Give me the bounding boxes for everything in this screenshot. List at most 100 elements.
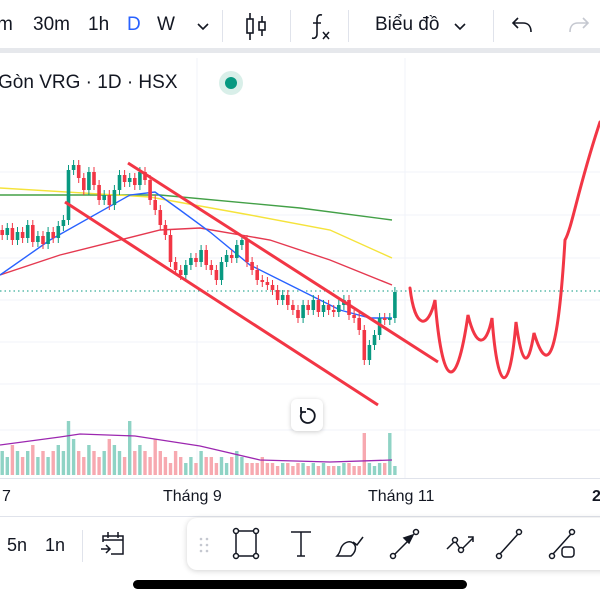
volume-bar [143,451,147,475]
candle [316,300,321,312]
candlestick-icon[interactable] [244,12,270,42]
divider [222,10,223,42]
candle [280,295,285,300]
line-shape-icon[interactable] [548,528,576,560]
volume-bar [275,466,280,475]
volume-bar [82,457,86,475]
volume-bar [179,457,183,475]
candle [189,258,193,265]
time-axis-label: Tháng 11 [368,488,435,505]
candle [20,232,25,238]
volume-bar [316,466,321,475]
range-1n[interactable]: 1n [45,535,65,556]
volume-bar [214,463,219,475]
interval-1h[interactable]: 1h [88,14,109,36]
text-icon[interactable] [291,531,311,557]
volume-bar [342,463,346,475]
candle [127,178,132,182]
volume-bar [153,439,157,475]
candle [158,210,163,225]
drag-handle-icon[interactable] [199,537,209,553]
volume-bar [56,445,60,475]
home-indicator [133,580,467,589]
candle [367,345,372,360]
brush-icon[interactable] [335,536,364,557]
volume-bar [219,457,224,475]
interval-d[interactable]: D [127,14,141,36]
candle [214,270,219,280]
candle [71,165,76,170]
candle [87,172,91,190]
interval-w[interactable]: W [157,14,175,36]
trend-line-icon[interactable] [495,528,523,560]
candle [204,250,208,265]
volume-bar [117,451,122,475]
volume-bar [301,463,305,475]
volume-bar [10,445,15,475]
volume-bar [112,445,117,475]
candle [102,195,106,200]
candle [5,228,10,235]
volume-bar [367,463,372,475]
volume-bar [71,439,76,475]
path-icon[interactable] [446,536,474,554]
volume-bar [204,457,208,475]
volume-bar [281,463,285,475]
volume-bar [92,451,96,475]
range-5n[interactable]: 5n [7,535,27,556]
candle [10,228,15,240]
volume-bar [311,463,315,475]
chart-type-button[interactable]: Biểu đồ [375,14,439,36]
volume-bar [77,451,81,475]
candle [219,262,224,280]
volume-bar [250,463,254,475]
volume-bar [224,463,229,475]
candle [357,318,361,330]
candle [321,305,326,312]
volume-bar [31,445,35,475]
candle [163,225,168,235]
candle [331,310,336,312]
candle [291,305,295,310]
volume-bar [332,466,336,475]
candle [393,292,397,318]
reset-chart-button[interactable] [291,399,323,431]
volume-bar [291,466,295,475]
volume-bar [321,463,326,475]
volume-bar [199,451,203,475]
volume-bar [347,463,351,475]
candle [153,200,157,210]
top-toolbar: m 30m 1h D W Biểu đồ [0,0,600,53]
candle [255,270,259,280]
volume-bar [148,457,152,475]
rectangle-icon[interactable] [232,527,260,560]
candle [229,255,234,258]
volume-bar [128,421,132,475]
volume-bar [306,466,310,475]
volume-bar [189,457,193,475]
undo-icon[interactable] [510,15,536,37]
interval-m[interactable]: m [0,14,13,36]
chevron-down-icon[interactable] [196,22,210,32]
volume-bar [296,463,300,475]
interval-30m[interactable]: 30m [33,14,70,36]
volume-bar [255,463,259,475]
volume-bar [383,463,387,475]
candle [209,265,214,270]
candle [352,315,356,318]
reset-icon [299,407,316,424]
candle [326,305,331,310]
candle [362,330,367,360]
candle [0,230,4,235]
volume-bar [163,457,168,475]
go-to-date-icon[interactable] [99,530,127,558]
arrow-icon[interactable] [389,528,420,560]
redo-icon[interactable] [565,15,591,37]
candle [36,236,40,242]
volume-bar [5,457,9,475]
volume-bar [36,457,40,475]
chevron-down-icon[interactable] [453,22,467,32]
volume-bar [0,451,4,475]
candle [270,285,275,290]
indicators-fx-icon[interactable] [308,12,334,42]
